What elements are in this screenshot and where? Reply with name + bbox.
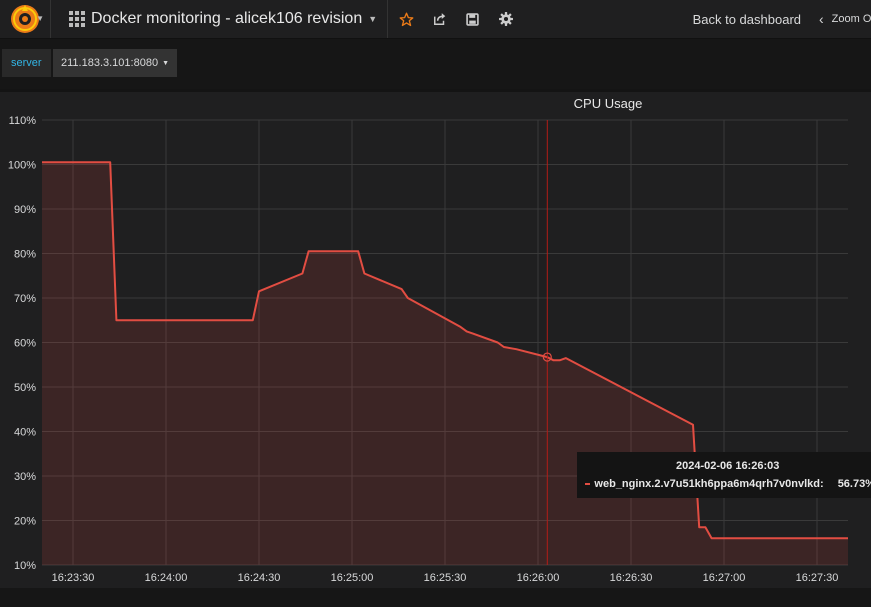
dashboard-title: Docker monitoring - alicek106 revision [91, 10, 363, 27]
zoom-out-button[interactable]: ‹ Zoom Out [819, 11, 871, 27]
y-tick-label: 40% [14, 427, 36, 439]
caret-down-icon: ▼ [36, 14, 44, 23]
dashboard-title-button[interactable]: Docker monitoring - alicek106 revision ▼ [51, 0, 389, 38]
grafana-menu-button[interactable]: ▼ [0, 0, 51, 38]
star-icon [399, 12, 414, 26]
variable-value: 211.183.3.101:8080 [61, 57, 159, 69]
share-button[interactable] [423, 0, 456, 38]
chevron-left-icon: ‹ [819, 11, 824, 27]
variable-label: server [2, 49, 51, 77]
x-tick-label: 16:27:30 [796, 572, 839, 584]
series-color-swatch [585, 483, 591, 485]
x-tick-label: 16:25:30 [424, 572, 467, 584]
top-navbar: ▼ Docker monitoring - alicek106 revision… [0, 0, 871, 39]
tooltip-series-value: 56.73% [837, 478, 871, 490]
zoom-out-label: Zoom Out [831, 13, 871, 25]
x-tick-label: 16:26:00 [517, 572, 560, 584]
tooltip-time: 2024-02-06 16:26:03 [676, 460, 780, 472]
y-tick-label: 100% [8, 160, 36, 172]
back-to-dashboard-link[interactable]: Back to dashboard [693, 12, 801, 27]
y-tick-label: 110% [9, 115, 37, 127]
server-variable-dropdown[interactable]: 211.183.3.101:8080 ▼ [53, 49, 177, 77]
y-tick-label: 30% [14, 471, 36, 483]
x-tick-label: 16:24:00 [145, 572, 188, 584]
y-tick-label: 90% [14, 204, 36, 216]
y-tick-label: 50% [14, 382, 36, 394]
bottom-strip [0, 588, 871, 607]
x-tick-label: 16:26:30 [610, 572, 653, 584]
tooltip-series-row: web_nginx.2.v7u51kh6ppa6m4qrh7v0nvlkd: 5… [585, 478, 871, 490]
gear-icon [498, 12, 513, 26]
graph-tooltip: 2024-02-06 16:26:03 web_nginx.2.v7u51kh6… [577, 452, 871, 498]
star-button[interactable] [390, 0, 423, 38]
tooltip-series-name: web_nginx.2.v7u51kh6ppa6m4qrh7v0nvlkd: [594, 478, 824, 490]
caret-down-icon: ▼ [368, 14, 378, 24]
y-tick-label: 20% [14, 516, 36, 528]
y-tick-label: 70% [14, 293, 36, 305]
settings-button[interactable] [489, 0, 522, 38]
save-button[interactable] [456, 0, 489, 38]
share-icon [433, 13, 445, 25]
y-tick-label: 10% [14, 560, 36, 572]
caret-down-icon: ▼ [162, 59, 169, 67]
save-icon [466, 12, 479, 26]
cpu-usage-chart[interactable]: 10% 20% 30% 40% 50% 60% 70% 80% 90% 100% 110% 16:23… [0, 92, 871, 588]
cpu-usage-panel: CPU Usage 10% 20% 30% 40% 50% 60% 70% 80% 90% 100… [0, 92, 871, 588]
x-tick-label: 16:24:30 [238, 572, 281, 584]
x-tick-label: 16:25:00 [331, 572, 374, 584]
y-tick-label: 80% [14, 249, 36, 261]
variables-bar: server 211.183.3.101:8080 ▼ [0, 39, 871, 89]
x-tick-label: 16:23:30 [52, 572, 95, 584]
y-tick-label: 60% [14, 338, 36, 350]
x-tick-label: 16:27:00 [703, 572, 746, 584]
dashboard-grid-icon [69, 11, 85, 27]
